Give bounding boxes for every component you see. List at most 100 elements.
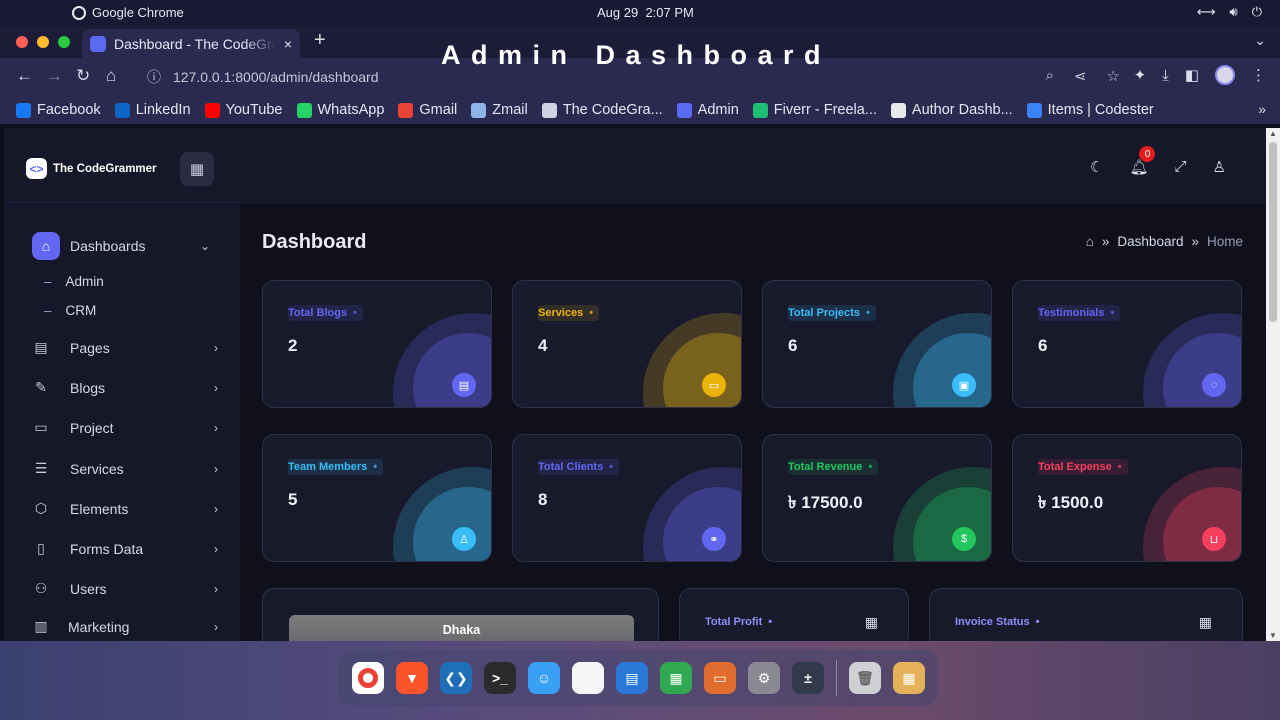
finder-icon[interactable]: ☺: [528, 662, 560, 694]
bookmark-item[interactable]: Author Dashb...: [890, 102, 1013, 118]
sidebar-item-project[interactable]: ▭ Project ›: [32, 419, 218, 436]
chevron-right-icon: ›: [214, 380, 218, 395]
bookmark-item[interactable]: WhatsApp: [296, 102, 384, 118]
profile-avatar-icon[interactable]: [1215, 65, 1235, 85]
dark-mode-moon-icon[interactable]: ☾: [1090, 158, 1103, 176]
maximize-window-button[interactable]: [58, 36, 70, 48]
close-window-button[interactable]: [16, 36, 28, 48]
briefcase-icon: ▣: [952, 373, 976, 397]
spreadsheet-icon[interactable]: ▦: [660, 662, 692, 694]
extensions-icon[interactable]: ✦: [1134, 66, 1147, 84]
scroll-up-icon[interactable]: ▲: [1269, 129, 1277, 138]
app-name: Google Chrome: [92, 5, 184, 20]
codester-icon: [1026, 102, 1042, 118]
vscode-icon[interactable]: ❮❯: [440, 662, 472, 694]
app-grid-icon[interactable]: ▦: [893, 662, 925, 694]
bookmark-item[interactable]: The CodeGra...: [541, 102, 663, 118]
terminal-icon[interactable]: >_: [484, 662, 516, 694]
sidebar-item-label: Dashboards: [70, 238, 146, 254]
widget-label-text: Total Profit: [705, 616, 763, 628]
sidebar-item-users[interactable]: ⚇ Users ›: [32, 580, 218, 597]
sidebar-item-services[interactable]: ☰ Services ›: [32, 460, 218, 477]
more-menu-icon[interactable]: ⋮: [1251, 66, 1266, 84]
stat-value: 8: [538, 490, 548, 509]
trash-icon[interactable]: 🗑︎: [849, 662, 881, 694]
settings-icon[interactable]: ⚙: [748, 662, 780, 694]
more-bookmarks-icon[interactable]: »: [1258, 101, 1266, 117]
bookmark-item[interactable]: Items | Codester: [1026, 102, 1154, 118]
page-scrollbar[interactable]: ▲ ▼: [1266, 128, 1280, 641]
bookmark-item[interactable]: Fiverr - Freela...: [752, 102, 877, 118]
bookmark-item[interactable]: Admin: [676, 102, 739, 118]
dot-icon: •: [373, 461, 378, 473]
sidebar-item-label: Services: [70, 460, 124, 477]
home-icon[interactable]: ⌂: [1086, 234, 1094, 249]
bookmark-item[interactable]: Zmail: [471, 102, 528, 118]
writer-icon[interactable]: ▤: [616, 662, 648, 694]
breadcrumb-link[interactable]: Dashboard: [1117, 234, 1183, 249]
grid-icon[interactable]: ▦: [865, 614, 878, 631]
stat-card-team-members: Team Members • 5 ♙: [262, 434, 492, 562]
sidebar-item-pages[interactable]: ▤ Pages ›: [32, 339, 218, 356]
minimize-window-button[interactable]: [37, 36, 49, 48]
stat-card-total-blogs: Total Blogs • 2 ▤: [262, 280, 492, 408]
power-icon[interactable]: ⏻: [1252, 4, 1262, 20]
sidebar-item-dashboards[interactable]: ⌂ Dashboards ⌄: [32, 232, 218, 260]
sidebar-item-elements[interactable]: ⬡ Elements ›: [32, 500, 218, 517]
menu-toggle-button[interactable]: ▦: [180, 152, 214, 186]
dot-icon: •: [353, 307, 357, 319]
tab-search-chevron-icon[interactable]: ⌄: [1254, 32, 1266, 49]
sidebar-subitem-admin[interactable]: – Admin: [44, 274, 104, 289]
zoom-icon[interactable]: ⌕: [1046, 67, 1054, 85]
tab-close-button[interactable]: ×: [284, 36, 292, 52]
home-icon: ⌂: [32, 232, 60, 260]
network-icon[interactable]: ⟷: [1197, 4, 1216, 20]
fiverr-icon: [752, 102, 768, 118]
bookmark-item[interactable]: Facebook: [16, 102, 101, 118]
sidebar-item-blogs[interactable]: ✎ Blogs ›: [32, 379, 218, 396]
dash-marker: –: [44, 303, 52, 318]
site-info-icon[interactable]: ⓘ: [147, 67, 161, 87]
scrollbar-thumb[interactable]: [1269, 142, 1277, 322]
sidebar-item-forms-data[interactable]: ▯ Forms Data ›: [32, 540, 218, 557]
scroll-down-icon[interactable]: ▼: [1269, 631, 1277, 640]
user-icon: ♙: [452, 527, 476, 551]
brand-logo[interactable]: <> The CodeGrammer: [26, 158, 157, 179]
stat-label-text: Team Members: [288, 461, 368, 473]
page-header: ☾ 🔔︎ 0 ⤢ ♙: [240, 128, 1266, 204]
bookmark-item[interactable]: YouTube: [204, 102, 283, 118]
stat-label-text: Total Blogs: [288, 307, 348, 319]
calculator-icon[interactable]: ±: [792, 662, 824, 694]
browser-tab[interactable]: Dashboard - The CodeGrammer ×: [82, 29, 300, 58]
bookmark-label: Admin: [697, 102, 739, 118]
breadcrumb: ⌂ » Dashboard » Home: [1086, 234, 1243, 249]
sidebar-item-marketing[interactable]: ▥ Marketing ›: [32, 618, 218, 635]
reload-icon[interactable]: ↻: [76, 66, 90, 86]
new-tab-button[interactable]: +: [314, 29, 326, 52]
home-icon[interactable]: ⌂: [106, 66, 116, 86]
share-icon[interactable]: ⋖: [1074, 67, 1087, 85]
clock[interactable]: Aug 29 2:07 PM: [597, 5, 694, 20]
bookmark-item[interactable]: Gmail: [398, 102, 457, 118]
bookmark-label: LinkedIn: [135, 102, 191, 118]
sidebar-subitem-crm[interactable]: – CRM: [44, 303, 96, 318]
user-profile-icon[interactable]: ♙: [1213, 158, 1226, 176]
fullscreen-icon[interactable]: ⤢: [1175, 158, 1187, 176]
chrome-icon[interactable]: [352, 662, 384, 694]
brave-icon[interactable]: ▼: [396, 662, 428, 694]
bookmark-star-icon[interactable]: ☆: [1107, 67, 1120, 85]
grid-icon[interactable]: ▦: [1199, 614, 1212, 631]
bookmark-item[interactable]: LinkedIn: [114, 102, 191, 118]
chevron-down-icon: ⌄: [199, 239, 210, 253]
subitem-label: Admin: [65, 274, 104, 289]
volume-icon[interactable]: 🔊︎: [1230, 4, 1238, 20]
presentation-icon[interactable]: ▭: [704, 662, 736, 694]
active-app[interactable]: Google Chrome: [72, 5, 184, 20]
back-icon[interactable]: ←: [16, 66, 33, 86]
bookmark-label: YouTube: [225, 102, 283, 118]
forward-icon[interactable]: →: [46, 66, 63, 86]
notification-bell-icon[interactable]: 🔔︎ 0: [1129, 146, 1156, 176]
side-panel-icon[interactable]: ◧: [1185, 66, 1199, 84]
photos-icon[interactable]: [572, 662, 604, 694]
download-icon[interactable]: ⤓: [1162, 67, 1169, 84]
